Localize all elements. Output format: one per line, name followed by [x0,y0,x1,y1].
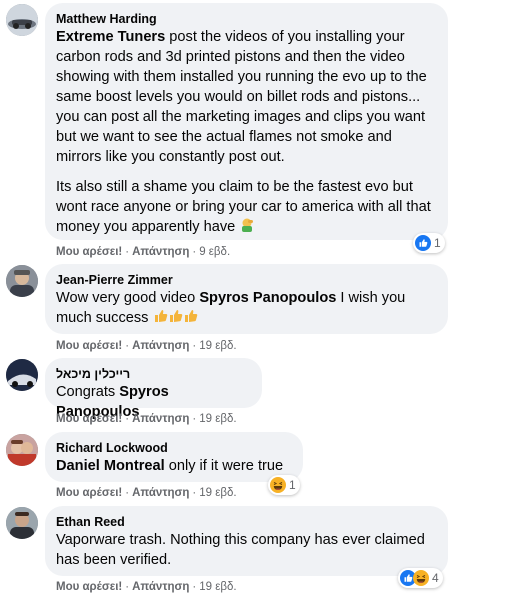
reply-button[interactable]: Απάντηση [132,246,189,258]
reaction-summary[interactable]: 4 [398,568,443,588]
like-button[interactable]: Μου αρέσει! [56,413,122,425]
facepalm-emoji [239,217,255,239]
like-button[interactable]: Μου αρέσει! [56,581,122,593]
avatar[interactable] [6,4,38,36]
haha-reaction-icon [413,570,429,586]
haha-reaction-icon [270,477,286,493]
thumbs-up-emoji [153,308,199,330]
comment-author[interactable]: Richard Lockwood [56,440,291,456]
reply-button[interactable]: Απάντηση [132,581,189,593]
comment-author[interactable]: Ethan Reed [56,514,436,530]
comment-actions: Μου αρέσει! · Απάντηση · 19 εβδ. [56,581,237,593]
comment-actions: Μου αρέσει! · Απάντηση · 19 εβδ. [56,413,237,425]
reply-button[interactable]: Απάντηση [132,413,189,425]
comment-text: Wow very good video Spyros Panopoulos I … [56,288,436,330]
comment-author[interactable]: Jean-Pierre Zimmer [56,272,436,288]
comment-timestamp[interactable]: 9 εβδ. [199,246,230,258]
comment-text: Extreme Tuners post the videos of you in… [56,27,436,239]
mention-link[interactable]: Spyros Panopoulos [199,290,336,306]
avatar[interactable] [6,507,38,539]
comment-bubble: Jean-Pierre Zimmer Wow very good video S… [45,264,448,334]
like-button[interactable]: Μου αρέσει! [56,340,122,352]
reply-button[interactable]: Απάντηση [132,340,189,352]
comment-actions: Μου αρέσει! · Απάντηση · 9 εβδ. [56,246,231,258]
like-button[interactable]: Μου αρέσει! [56,487,122,499]
comment-bubble: Ethan Reed Vaporware trash. Nothing this… [45,506,448,576]
comment-bubble: רייכלין מיכאל Congrats Spyros Panopoulos [45,358,262,420]
comment-bubble: Richard Lockwood Daniel Montreal only if… [45,432,303,482]
reaction-summary[interactable]: 1 [268,475,300,495]
reaction-summary[interactable]: 1 [413,233,445,253]
comment-bubble: Matthew Harding Extreme Tuners post the … [45,3,448,240]
comment-timestamp[interactable]: 19 εβδ. [199,413,236,425]
comment-timestamp[interactable]: 19 εβδ. [199,340,236,352]
like-reaction-icon [415,235,431,251]
avatar[interactable] [6,434,38,466]
comment-text: Daniel Montreal only if it were true [56,458,284,474]
mention-link[interactable]: Daniel Montreal [56,458,165,474]
avatar[interactable] [6,265,38,297]
reply-button[interactable]: Απάντηση [132,487,189,499]
comment-timestamp[interactable]: 19 εβδ. [199,487,236,499]
mention-link[interactable]: Extreme Tuners [56,29,165,45]
comment-author[interactable]: Matthew Harding [56,11,436,27]
comment-actions: Μου αρέσει! · Απάντηση · 19 εβδ. [56,340,237,352]
comment-author[interactable]: רייכלין מיכאל [56,366,250,382]
avatar[interactable] [6,359,38,391]
comment-timestamp[interactable]: 19 εβδ. [199,581,236,593]
like-button[interactable]: Μου αρέσει! [56,246,122,258]
comment-actions: Μου αρέσει! · Απάντηση · 19 εβδ. [56,487,237,499]
comment-text: Vaporware trash. Nothing this company ha… [56,532,425,568]
